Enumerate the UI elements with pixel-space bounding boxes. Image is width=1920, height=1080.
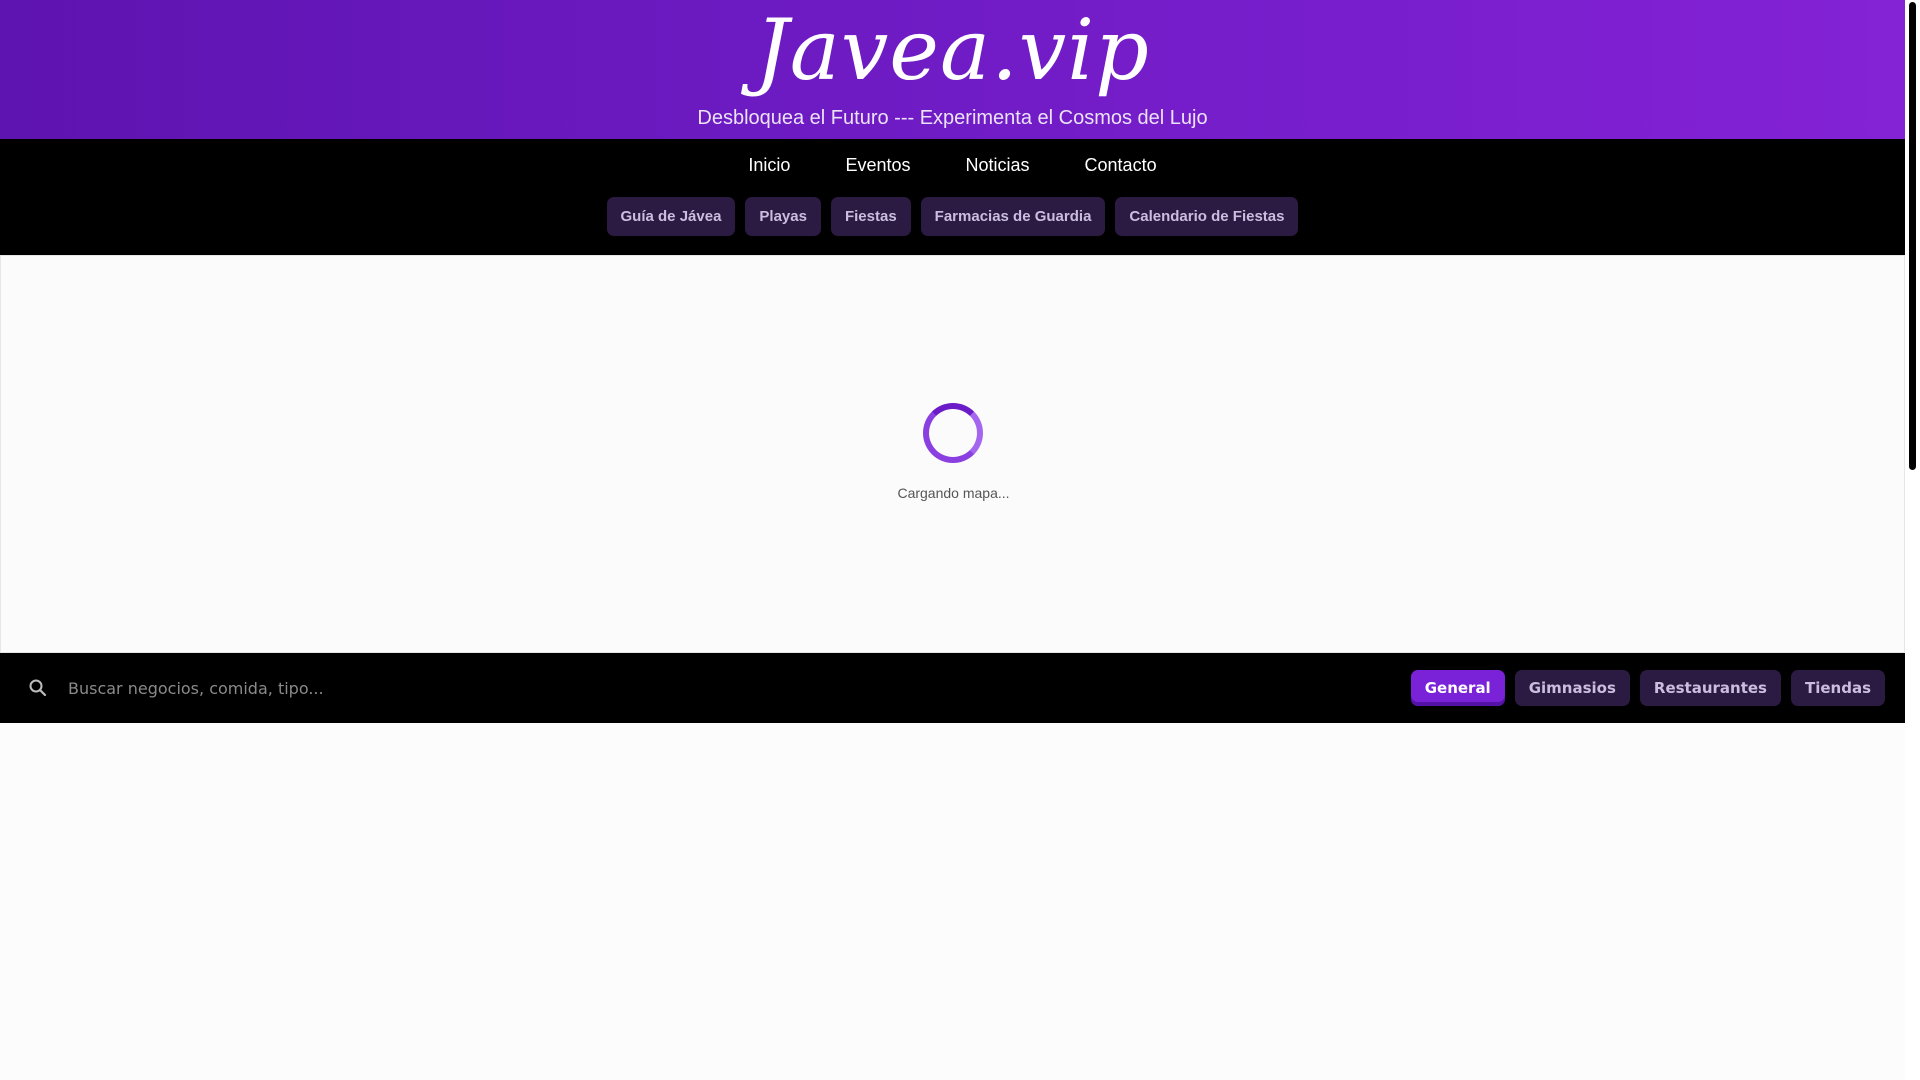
- nav-link-noticias[interactable]: Noticias: [966, 150, 1030, 180]
- search-input[interactable]: [68, 673, 768, 703]
- scrollbar-thumb[interactable]: [1909, 2, 1916, 470]
- filter-gimnasios[interactable]: Gimnasios: [1514, 670, 1630, 706]
- filter-tiendas[interactable]: Tiendas: [1790, 670, 1885, 706]
- nav-chip-guia-javea[interactable]: Guía de Jávea: [606, 197, 736, 236]
- map-container[interactable]: Cargando mapa...: [0, 255, 1905, 653]
- loading-spinner-icon: [923, 403, 983, 463]
- page-scrollbar[interactable]: [1905, 0, 1920, 1080]
- results-area: [0, 723, 1905, 1080]
- viewport: Javea.vip Desbloquea el Futuro --- Exper…: [0, 0, 1920, 1080]
- search-bar: General Gimnasios Restaurantes Tiendas: [0, 653, 1905, 723]
- nav-main-links: Inicio Eventos Noticias Contacto: [0, 150, 1905, 180]
- map-loading-text: Cargando mapa...: [897, 485, 1010, 501]
- filter-general[interactable]: General: [1410, 670, 1505, 706]
- site-tagline: Desbloquea el Futuro --- Experimenta el …: [697, 107, 1208, 129]
- category-filters: General Gimnasios Restaurantes Tiendas: [1410, 670, 1885, 706]
- search-icon: [29, 679, 47, 697]
- site-logo[interactable]: Javea.vip: [0, 2, 1905, 98]
- nav-sub-links: Guía de Jávea Playas Fiestas Farmacias d…: [0, 197, 1905, 236]
- nav-chip-playas[interactable]: Playas: [745, 197, 821, 236]
- nav-link-inicio[interactable]: Inicio: [748, 150, 790, 180]
- main-navigation: Inicio Eventos Noticias Contacto Guía de…: [0, 139, 1905, 255]
- site-header: Javea.vip Desbloquea el Futuro --- Exper…: [0, 0, 1905, 139]
- nav-link-eventos[interactable]: Eventos: [845, 150, 910, 180]
- nav-link-contacto[interactable]: Contacto: [1085, 150, 1157, 180]
- nav-chip-fiestas[interactable]: Fiestas: [830, 197, 911, 236]
- nav-chip-calendario-fiestas[interactable]: Calendario de Fiestas: [1115, 197, 1299, 236]
- filter-restaurantes[interactable]: Restaurantes: [1639, 670, 1781, 706]
- nav-chip-farmacias-guardia[interactable]: Farmacias de Guardia: [920, 197, 1106, 236]
- page: Javea.vip Desbloquea el Futuro --- Exper…: [0, 0, 1905, 1080]
